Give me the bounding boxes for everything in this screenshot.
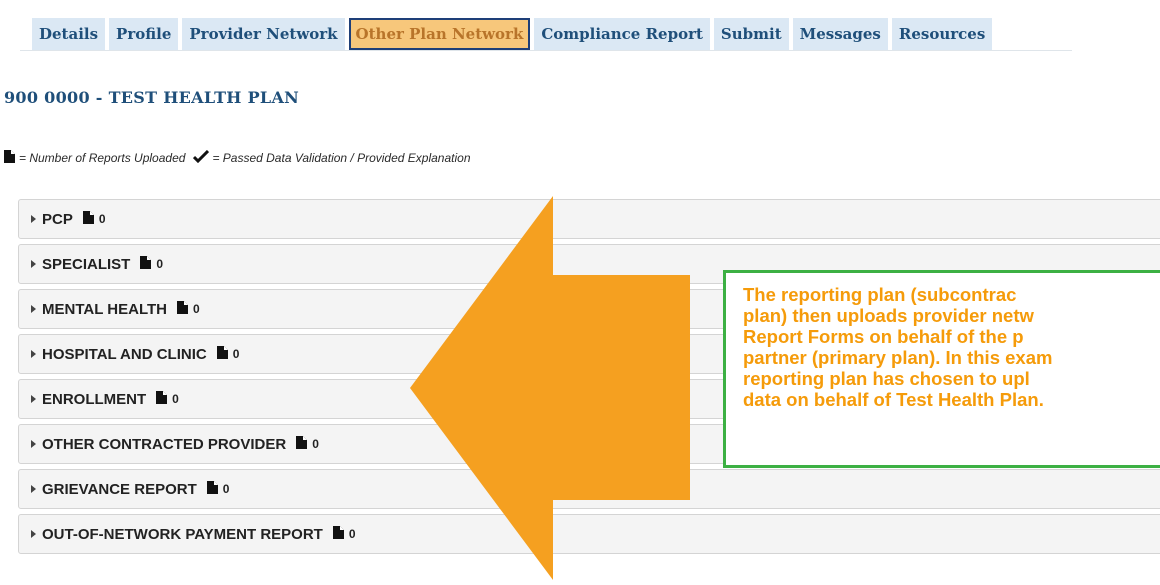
tab-label: Details bbox=[39, 25, 99, 43]
tab-label: Provider Network bbox=[189, 25, 338, 43]
report-count: 0 bbox=[312, 437, 319, 451]
tab-compliance-report[interactable]: Compliance Report bbox=[534, 18, 710, 50]
tab-provider-network[interactable]: Provider Network bbox=[182, 18, 345, 50]
section-label: PCP bbox=[42, 210, 73, 228]
document-icon bbox=[82, 210, 94, 228]
section-label: MENTAL HEALTH bbox=[42, 300, 167, 318]
legend-reports-label: = Number of Reports Uploaded bbox=[19, 151, 186, 165]
document-icon bbox=[156, 390, 168, 408]
caret-right-icon bbox=[31, 440, 36, 448]
tab-label: Compliance Report bbox=[541, 25, 703, 43]
report-count: 0 bbox=[232, 347, 240, 361]
caret-right-icon bbox=[31, 530, 36, 538]
tab-label: Resources bbox=[898, 25, 986, 43]
page-title: 900 0000 - TEST HEALTH PLAN bbox=[4, 88, 300, 107]
caret-right-icon bbox=[31, 260, 36, 268]
legend: = Number of Reports Uploaded = Passed Da… bbox=[4, 149, 471, 166]
document-icon bbox=[216, 345, 228, 363]
caret-right-icon bbox=[31, 215, 36, 223]
section-label: OTHER CONTRACTED PROVIDER bbox=[42, 435, 287, 453]
tab-messages[interactable]: Messages bbox=[792, 18, 888, 50]
document-icon bbox=[332, 525, 344, 543]
report-count: 0 bbox=[98, 212, 106, 226]
document-icon bbox=[296, 435, 308, 453]
annotation-callout: The reporting plan (subcontrac plan) the… bbox=[723, 270, 1160, 468]
checkmark-icon bbox=[193, 149, 210, 166]
document-icon bbox=[177, 300, 188, 318]
callout-line: partner (primary plan). In this exam bbox=[743, 347, 1053, 368]
report-count: 0 bbox=[348, 527, 356, 541]
section-out-of-network-payment-report[interactable]: OUT-OF-NETWORK PAYMENT REPORT 0 bbox=[18, 514, 1160, 554]
tab-other-plan-network[interactable]: Other Plan Network bbox=[348, 18, 531, 50]
callout-line: reporting plan has chosen to upl bbox=[743, 368, 1030, 389]
tab-label: Other Plan Network bbox=[355, 25, 524, 43]
document-icon bbox=[206, 480, 218, 498]
callout-line: Report Forms on behalf of the p bbox=[743, 326, 1024, 347]
section-label: ENROLLMENT bbox=[42, 390, 147, 408]
tab-details[interactable]: Details bbox=[32, 18, 106, 50]
legend-validation-label: = Passed Data Validation / Provided Expl… bbox=[212, 151, 471, 165]
section-grievance-report[interactable]: GRIEVANCE REPORT 0 bbox=[18, 469, 1160, 509]
report-count: 0 bbox=[193, 302, 200, 316]
callout-text: The reporting plan (subcontrac plan) the… bbox=[743, 284, 1160, 410]
section-label: SPECIALIST bbox=[42, 255, 131, 273]
caret-right-icon bbox=[31, 395, 36, 403]
section-pcp[interactable]: PCP 0 bbox=[18, 199, 1160, 239]
tab-label: Messages bbox=[799, 25, 881, 43]
report-count: 0 bbox=[222, 482, 230, 496]
caret-right-icon bbox=[31, 305, 36, 313]
caret-right-icon bbox=[31, 350, 36, 358]
report-count: 0 bbox=[156, 257, 164, 271]
tab-label: Submit bbox=[720, 25, 782, 43]
section-label: GRIEVANCE REPORT bbox=[42, 480, 197, 498]
tab-resources[interactable]: Resources bbox=[891, 18, 993, 50]
section-label: OUT-OF-NETWORK PAYMENT REPORT bbox=[42, 525, 323, 543]
tab-submit[interactable]: Submit bbox=[713, 18, 789, 50]
document-icon bbox=[140, 255, 152, 273]
callout-line: data on behalf of Test Health Plan. bbox=[743, 389, 1044, 410]
section-label: HOSPITAL AND CLINIC bbox=[42, 345, 207, 363]
tab-profile[interactable]: Profile bbox=[109, 18, 179, 50]
report-count: 0 bbox=[172, 392, 179, 406]
tab-label: Profile bbox=[116, 25, 172, 43]
caret-right-icon bbox=[31, 485, 36, 493]
callout-line: The reporting plan (subcontrac bbox=[743, 284, 1017, 305]
plan-tabs: Details Profile Provider Network Other P… bbox=[19, 18, 1073, 51]
document-icon bbox=[4, 150, 15, 166]
callout-line: plan) then uploads provider netw bbox=[743, 305, 1034, 326]
